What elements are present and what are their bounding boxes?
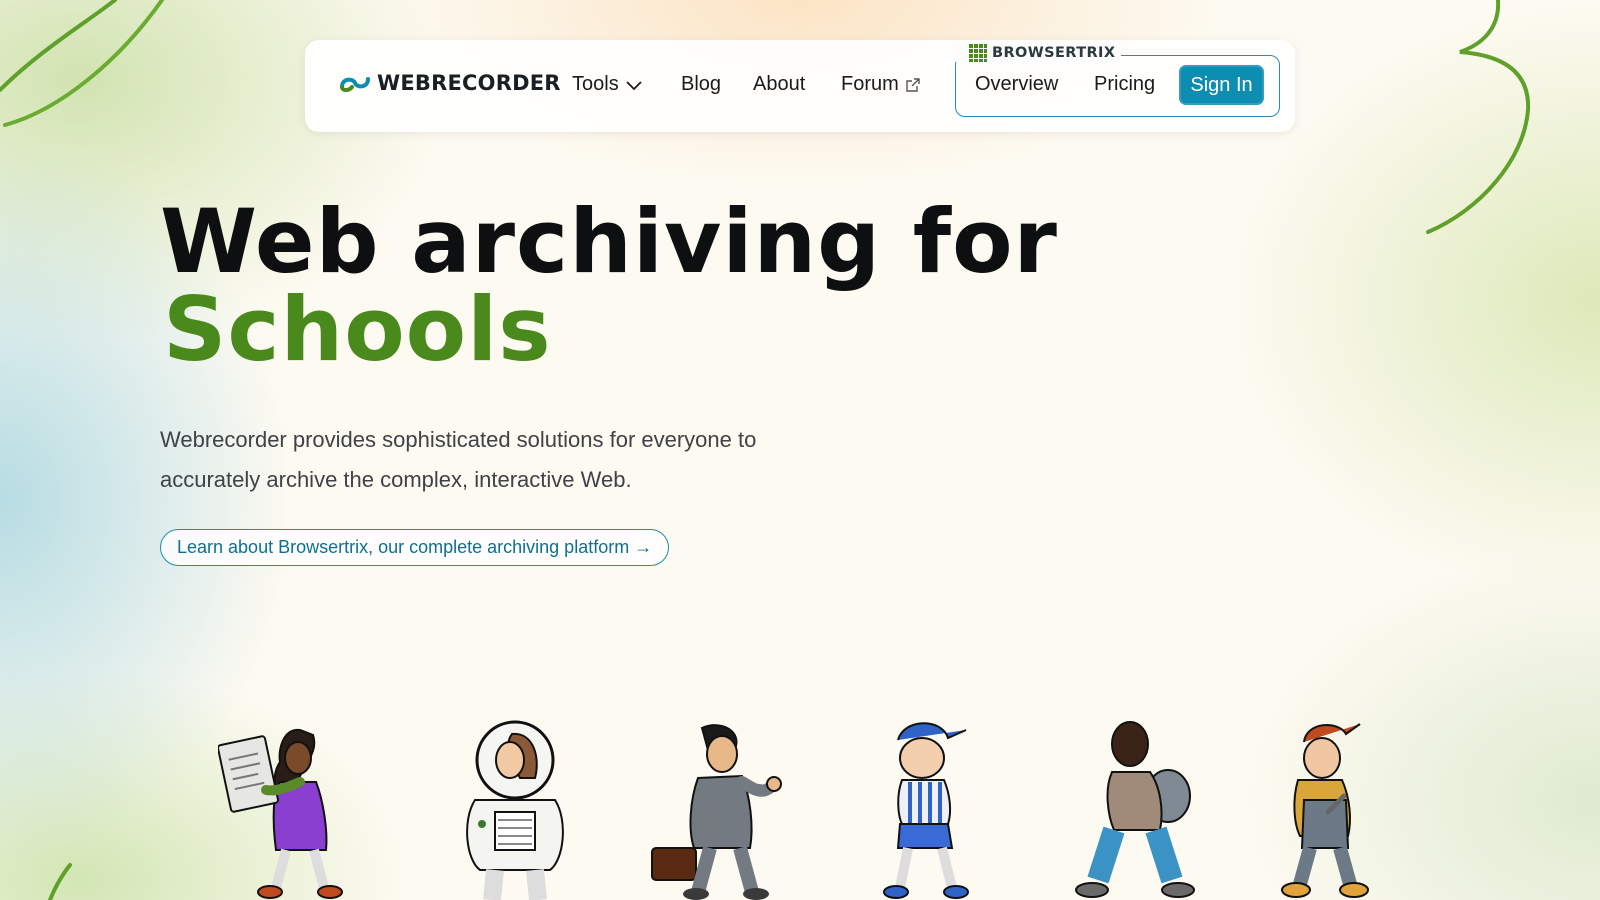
- brand-name: WEBRECORDER: [377, 71, 561, 95]
- browsertrix-grid-icon: [969, 44, 987, 62]
- brand-link[interactable]: WEBRECORDER: [339, 71, 561, 95]
- browsertrix-label-text: BROWSERTRIX: [992, 45, 1116, 61]
- hero-title-audience: Schools: [163, 278, 552, 381]
- mechanic-illustration: [1281, 723, 1369, 898]
- browsertrix-label: BROWSERTRIX: [955, 44, 1122, 62]
- kid-baseball-cap-illustration: [883, 722, 969, 899]
- nav-pricing-label: Pricing: [1094, 73, 1156, 95]
- chevron-down-icon: [626, 80, 642, 90]
- nav-about-label: About: [753, 73, 806, 95]
- hero-description: Webrecorder provides sophisticated solut…: [160, 427, 757, 492]
- green-squiggle-top-right: [1426, 0, 1531, 234]
- nav-forum-label: Forum: [841, 73, 899, 95]
- sign-in-button[interactable]: Sign In: [1179, 65, 1264, 105]
- businessman-illustration: [651, 724, 782, 900]
- external-link-icon: [906, 77, 920, 92]
- nav-tools-label: Tools: [572, 73, 619, 95]
- nav-overview-label: Overview: [975, 73, 1059, 95]
- nav-about[interactable]: About: [753, 73, 805, 96]
- browsertrix-cta-link[interactable]: Learn about Browsertrix, our complete ar…: [160, 529, 670, 566]
- nav-tools[interactable]: Tools: [572, 73, 643, 96]
- webrecorder-logo-icon: [340, 77, 370, 92]
- nav-blog[interactable]: Blog: [681, 73, 721, 96]
- reader-girl-illustration: [218, 728, 343, 899]
- navbar: WEBRECORDER Tools Blog About Forum BROWS…: [305, 40, 1295, 132]
- nav-blog-label: Blog: [681, 73, 722, 95]
- hiker-illustration: [1075, 721, 1195, 898]
- astronaut-illustration: [466, 720, 564, 900]
- nav-overview[interactable]: Overview: [975, 73, 1058, 96]
- green-squiggle-top-left: [0, 0, 164, 127]
- nav-forum[interactable]: Forum: [841, 73, 921, 96]
- green-squiggle-bottom-left: [48, 863, 72, 900]
- nav-pricing[interactable]: Pricing: [1094, 73, 1155, 96]
